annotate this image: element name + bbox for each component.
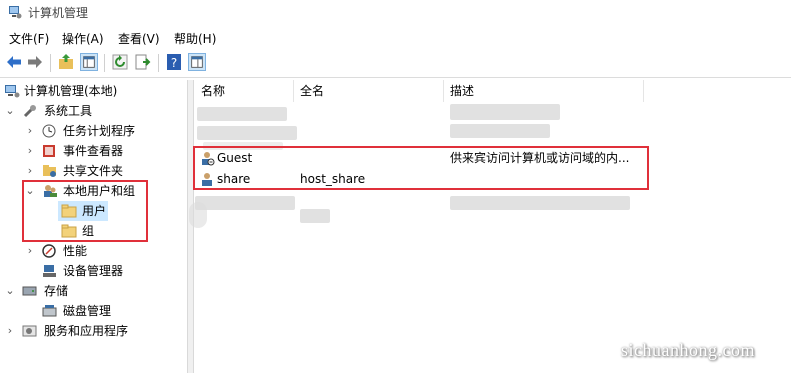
chevron-right-icon[interactable]: › — [4, 321, 16, 341]
redacted-cell — [197, 126, 297, 140]
menu-bar: 文件(F) 操作(A) 查看(V) 帮助(H) — [0, 28, 791, 48]
help-icon[interactable]: ? — [165, 53, 183, 71]
redacted-cell — [450, 124, 550, 138]
highlight-box-tree — [22, 180, 148, 242]
tree-label: 存储 — [44, 284, 69, 298]
event-viewer-icon — [43, 145, 55, 157]
tree-label: 服务和应用程序 — [44, 324, 129, 338]
tree-label: 任务计划程序 — [63, 124, 136, 138]
redacted-cell — [300, 209, 330, 223]
tree-label: 磁盘管理 — [63, 304, 112, 318]
window-title: 计算机管理 — [28, 6, 89, 20]
tree-label: 计算机管理(本地) — [24, 84, 118, 98]
chevron-right-icon[interactable]: › — [24, 241, 36, 261]
storage-icon — [22, 286, 37, 296]
clock-icon — [42, 124, 56, 138]
tree-label: 性能 — [63, 244, 88, 258]
system-tools-icon — [23, 105, 36, 118]
shared-folder-icon — [43, 165, 56, 177]
menu-file[interactable]: 文件(F) — [9, 30, 49, 47]
computer-management-icon — [9, 6, 22, 19]
svg-text:?: ? — [171, 56, 177, 70]
performance-icon — [42, 244, 56, 258]
title-bar: 计算机管理 — [0, 0, 791, 26]
chevron-down-icon[interactable]: ⌄ — [4, 281, 16, 301]
properties-pane-icon[interactable] — [188, 53, 206, 71]
watermark: sichuanhong.com — [621, 340, 755, 360]
redacted-cell — [450, 196, 630, 210]
tree-label: 设备管理器 — [63, 264, 124, 278]
refresh-icon[interactable] — [111, 53, 129, 71]
tree-label: 共享文件夹 — [63, 164, 124, 178]
device-manager-icon — [43, 265, 56, 277]
back-icon[interactable] — [5, 53, 23, 71]
chevron-down-icon[interactable]: ⌄ — [4, 101, 16, 121]
redacted-cell — [450, 104, 560, 120]
show-hide-tree-icon[interactable] — [80, 53, 98, 71]
services-icon — [22, 325, 37, 337]
menu-view[interactable]: 查看(V) — [118, 30, 160, 47]
computer-management-icon — [5, 85, 20, 98]
column-header-description[interactable]: 描述 — [450, 80, 474, 102]
tree-label: 系统工具 — [44, 104, 93, 118]
up-folder-icon[interactable] — [57, 53, 75, 71]
redacted-cell — [195, 196, 295, 210]
menu-help[interactable]: 帮助(H) — [174, 30, 216, 47]
redacted-cell — [189, 202, 207, 228]
chevron-right-icon[interactable]: › — [24, 141, 36, 161]
column-header-name[interactable]: 名称 — [201, 80, 225, 102]
redacted-cell — [197, 107, 287, 121]
disk-management-icon — [42, 305, 57, 317]
highlight-box-list — [193, 146, 649, 190]
forward-icon[interactable] — [26, 53, 44, 71]
toolbar: ? — [0, 49, 791, 78]
chevron-right-icon[interactable]: › — [24, 161, 36, 181]
tree-label: 事件查看器 — [63, 144, 124, 158]
export-list-icon[interactable] — [134, 53, 152, 71]
chevron-right-icon[interactable]: › — [24, 121, 36, 141]
column-header-fullname[interactable]: 全名 — [300, 80, 324, 102]
menu-action[interactable]: 操作(A) — [62, 30, 104, 47]
navigation-tree: 计算机管理(本地) ⌄ 系统工具 › 任务计划程序 › 事件查看器 › 共享文件… — [0, 80, 186, 373]
users-list: 名称 全名 描述 Guest 供来宾访问计算机或访问域的内... share h… — [189, 80, 791, 373]
